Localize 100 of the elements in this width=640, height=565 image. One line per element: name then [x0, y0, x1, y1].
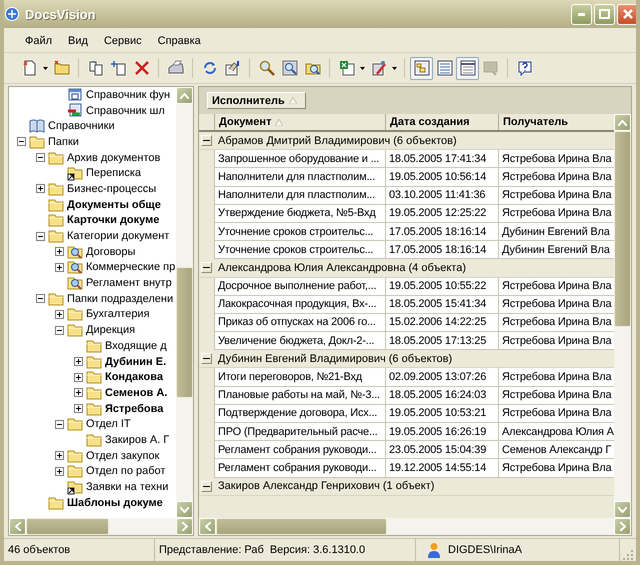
table-cell: Лакокрасочная продукция, Вх-... — [214, 296, 385, 314]
status-text: 46 объектов — [4, 539, 155, 561]
scroll-down-button[interactable] — [614, 501, 631, 518]
scroll-up-button[interactable] — [176, 87, 193, 104]
table-cell: 03.10.2005 11:41:36 — [385, 186, 498, 205]
tree-item[interactable]: Отдел по работ — [9, 464, 176, 480]
caret-icon — [392, 66, 397, 70]
expand-icon[interactable] — [54, 451, 64, 460]
tree-item[interactable]: Заявки на техни — [9, 479, 176, 495]
expand-icon[interactable] — [74, 388, 82, 398]
scroll-thumb[interactable] — [614, 131, 631, 328]
close-button[interactable] — [617, 4, 636, 24]
document-icon — [224, 60, 240, 76]
expand-icon[interactable] — [74, 404, 82, 414]
tree-item[interactable]: Бизнес-процессы — [9, 181, 176, 197]
horizontal-scrollbar[interactable] — [199, 518, 631, 535]
scroll-right-button[interactable] — [176, 518, 193, 535]
list-view-icon — [436, 60, 452, 76]
expand-icon[interactable] — [54, 310, 64, 319]
collapse-icon[interactable] — [54, 326, 64, 335]
tree-item[interactable]: Справочники — [9, 118, 176, 134]
search-icon — [258, 60, 274, 76]
column-header[interactable]: Дата создания — [385, 114, 498, 130]
group-header: Закиров Александр Генрихович (1 объект) — [218, 480, 434, 492]
minimize-button[interactable] — [571, 4, 592, 24]
folder-icon — [67, 306, 83, 322]
column-header[interactable]: Документ — [214, 114, 385, 130]
expand-icon[interactable] — [74, 372, 82, 382]
maximize-button[interactable] — [594, 4, 615, 24]
scroll-down-button[interactable] — [176, 501, 193, 518]
expand-icon[interactable] — [54, 247, 64, 256]
horizontal-scrollbar[interactable] — [9, 518, 193, 535]
table-cell: Наполнители для пластполим... — [214, 168, 385, 187]
menu-item[interactable]: Справка — [150, 33, 208, 49]
scroll-left-button[interactable] — [199, 518, 216, 535]
tree-item[interactable]: Справочник шл — [9, 102, 176, 118]
tree-item[interactable]: Отдел закупок — [9, 448, 176, 464]
tree-item[interactable]: Справочник фун — [9, 87, 176, 103]
tree-item[interactable]: Бухгалтерия — [9, 306, 176, 322]
expand-icon[interactable] — [54, 466, 64, 476]
menu-item[interactable]: Сервис — [96, 33, 149, 49]
collapse-button[interactable] — [201, 135, 212, 146]
tree-item[interactable]: Категории документ — [9, 228, 176, 244]
collapse-icon[interactable] — [36, 153, 44, 162]
scroll-right-button[interactable] — [614, 518, 631, 535]
folder-icon — [48, 290, 64, 307]
menu-item[interactable]: Файл — [18, 33, 60, 49]
group-by-chip[interactable]: Исполнитель — [207, 92, 306, 109]
expand-icon[interactable] — [36, 184, 44, 194]
minimize-icon — [578, 12, 585, 16]
chevron-down-icon — [618, 506, 627, 512]
table-cell: 19.12.2005 14:55:14 — [385, 459, 498, 478]
tree-item[interactable]: Дирекция — [9, 322, 176, 338]
folder-icon — [67, 322, 83, 338]
tree-item[interactable]: Документы обще — [9, 196, 176, 212]
folder-icon — [86, 400, 102, 417]
scroll-left-button[interactable] — [9, 518, 26, 535]
tree-item[interactable]: Папки — [9, 134, 176, 150]
tree-item[interactable]: Входящие д — [9, 338, 176, 354]
table-cell: Наполнители для пластполим... — [214, 186, 385, 205]
help-icon — [516, 60, 532, 76]
collapse-button[interactable] — [201, 262, 212, 274]
tree-item[interactable]: Семенов А. — [9, 385, 176, 401]
collapse-icon[interactable] — [36, 294, 44, 304]
scroll-thumb[interactable] — [26, 518, 108, 535]
search-folder-icon — [67, 275, 83, 292]
vertical-scrollbar[interactable] — [614, 114, 631, 518]
expand-icon[interactable] — [74, 357, 82, 366]
collapse-button[interactable] — [201, 353, 212, 364]
scroll-up-button[interactable] — [614, 114, 631, 131]
collapse-icon[interactable] — [16, 137, 26, 146]
tree-item[interactable]: Дубинин Е. — [9, 354, 176, 370]
tree-item[interactable]: Переписка — [9, 165, 176, 182]
collapse-button[interactable] — [201, 480, 212, 492]
table-cell: Ястребова Ирина Вла — [498, 278, 614, 296]
tree-item[interactable]: Архив документов — [9, 150, 176, 166]
collapse-icon[interactable] — [36, 232, 44, 241]
copy-icon — [88, 60, 104, 76]
tree-item[interactable]: Регламент внутр — [9, 275, 176, 291]
search-folder-icon — [67, 244, 83, 260]
folder-icon — [29, 134, 45, 150]
tree-item[interactable]: Договоры — [9, 244, 176, 260]
scroll-thumb[interactable] — [176, 266, 193, 398]
tree-item[interactable]: Ястребова — [9, 400, 176, 416]
tree-item[interactable]: Карточки докуме — [9, 212, 176, 228]
tree-item[interactable]: Коммерческие пр — [9, 260, 176, 276]
tree-item[interactable]: Шаблоны докуме — [9, 494, 176, 511]
tree-item[interactable]: Кондакова — [9, 369, 176, 386]
scroll-thumb[interactable] — [216, 518, 388, 535]
expand-icon[interactable] — [54, 262, 64, 272]
tree-item[interactable]: Закиров А. Г — [9, 432, 176, 448]
tree-item[interactable]: Папки подразделени — [9, 290, 176, 307]
collapse-icon[interactable] — [54, 420, 64, 429]
spreadsheet-icon — [338, 60, 354, 76]
menu-item[interactable]: Вид — [61, 33, 95, 49]
table-cell: 18.05.2005 17:13:25 — [385, 332, 498, 350]
tree-item[interactable]: Отдел IT — [9, 416, 176, 432]
toolbar-button[interactable] — [410, 56, 433, 80]
vertical-scrollbar[interactable] — [176, 87, 193, 518]
toolbar-button[interactable] — [456, 56, 479, 80]
